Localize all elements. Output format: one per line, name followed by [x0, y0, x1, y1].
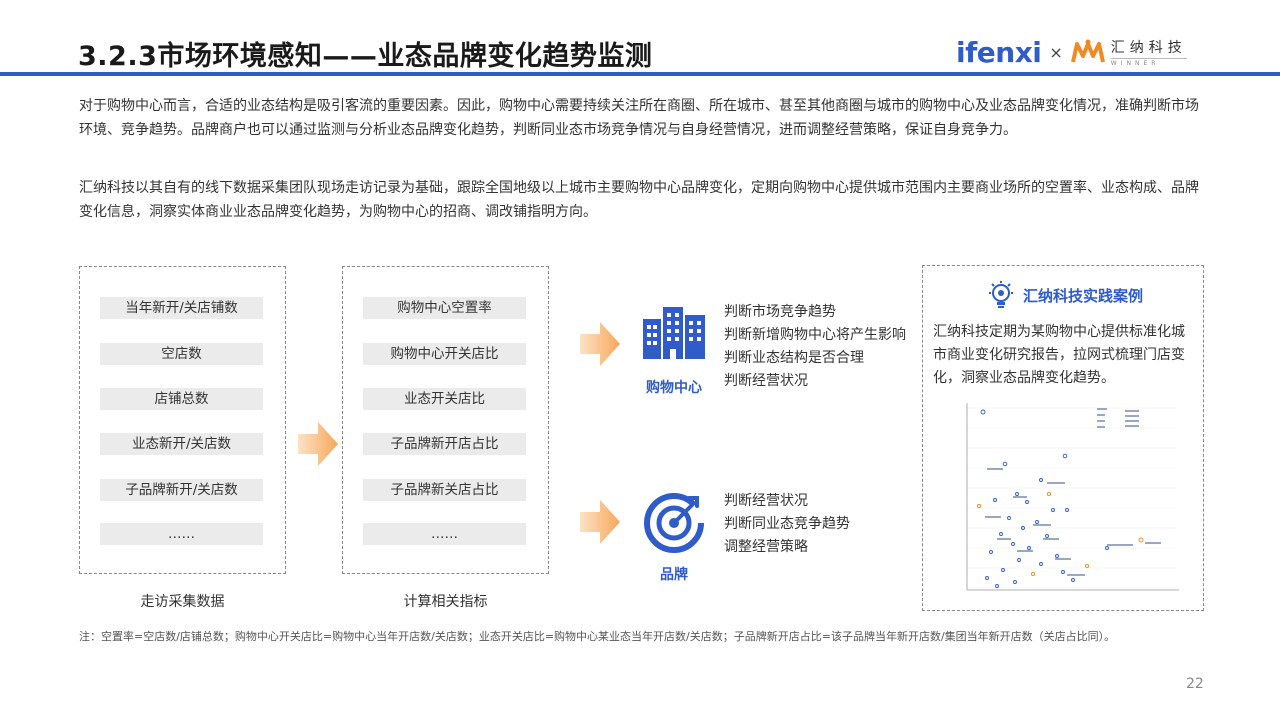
judgement-item: 判断经营状况 [724, 373, 808, 389]
arrow-right-icon [580, 500, 620, 544]
judgement-item: 判断市场竞争趋势 [724, 304, 836, 320]
judgement-item: 判断经营状况 [724, 493, 808, 509]
collected-data-box: 当年新开/关店铺数 空店数 店铺总数 业态新开/关店数 子品牌新开/关店数 …… [79, 266, 286, 574]
judgement-item: 判断同业态竞争趋势 [724, 516, 850, 532]
page-number: 22 [1186, 676, 1204, 692]
collected-item: 当年新开/关店铺数 [100, 297, 263, 319]
target-icon [644, 493, 704, 553]
case-header: 汇纳科技实践案例 [987, 281, 1143, 309]
brand-label: 品牌 [660, 567, 688, 583]
arrow-right-icon [298, 422, 338, 466]
winner-logo-en: WINNER [1110, 58, 1187, 67]
mall-entity: 购物中心 [636, 305, 712, 397]
logo-separator: × [1049, 42, 1063, 62]
scatter-gridlines [967, 407, 1177, 589]
scatter-labels [985, 468, 1161, 576]
sample-scatter-thumbnail [966, 403, 1179, 591]
collected-item: 店铺总数 [100, 388, 263, 410]
case-description: 汇纳科技定期为某购物中心提供标准化城市商业变化研究报告，拉网式梳理门店变化，洞察… [933, 324, 1185, 386]
winner-logo-text: 汇纳科技 WINNER [1110, 37, 1187, 67]
mall-judgements: 判断市场竞争趋势 判断新增购物中心将产生影响 判断业态结构是否合理 判断经营状况 [724, 301, 906, 393]
page-title: 3.2.3市场环境感知——业态品牌变化趋势监测 [78, 41, 653, 72]
scatter-legend [1097, 408, 1139, 428]
arrow-right-icon [580, 322, 620, 366]
building-icon [643, 307, 705, 359]
title-rule [0, 72, 1280, 76]
computed-metrics-caption: 计算相关指标 [403, 594, 488, 610]
computed-metrics-box: 购物中心空置率 购物中心开关店比 业态开关店比 子品牌新开店占比 子品牌新关店占… [342, 266, 549, 574]
footnote: 注：空置率=空店数/店铺总数；购物中心开关店比=购物中心当年开店数/关店数；业态… [79, 630, 1116, 643]
ifenxi-logo: ifenxi [956, 35, 1042, 69]
brand-entity: 品牌 [636, 490, 712, 584]
judgement-item: 判断新增购物中心将产生影响 [724, 327, 906, 343]
metric-item: 子品牌新关店占比 [363, 479, 526, 501]
case-study-box: 汇纳科技实践案例 汇纳科技定期为某购物中心提供标准化城市商业变化研究报告，拉网式… [922, 265, 1204, 611]
winner-logo-cn: 汇纳科技 [1110, 40, 1187, 56]
collected-data-caption: 走访采集数据 [140, 594, 225, 610]
collected-item: 空店数 [100, 343, 263, 365]
metric-item: 子品牌新开店占比 [363, 433, 526, 455]
intro-paragraph-1: 对于购物中心而言，合适的业态结构是吸引客流的重要因素。因此，购物中心需要持续关注… [79, 98, 1199, 138]
metric-item: 购物中心空置率 [363, 297, 526, 319]
judgement-item: 调整经营策略 [724, 539, 808, 555]
collected-item: …… [100, 523, 263, 545]
metric-item: 业态开关店比 [363, 388, 526, 410]
scatter-points [980, 409, 1109, 588]
lightbulb-gear-icon [989, 281, 1013, 308]
metric-item: 购物中心开关店比 [363, 343, 526, 365]
winner-logo-icon [1070, 39, 1105, 63]
metric-item: …… [363, 523, 526, 545]
judgement-item: 判断业态结构是否合理 [724, 350, 864, 366]
intro-paragraph-2: 汇纳科技以其自有的线下数据采集团队现场走访记录为基础，跟踪全国地级以上城市主要购… [79, 180, 1199, 220]
mall-label: 购物中心 [646, 380, 702, 396]
brand-judgements: 判断经营状况 判断同业态竞争趋势 调整经营策略 [724, 490, 850, 559]
logo-group: ifenxi × 汇纳科技 WINNER [956, 34, 1187, 70]
case-title: 汇纳科技实践案例 [1023, 286, 1144, 305]
collected-item: 子品牌新开/关店数 [100, 479, 263, 501]
collected-item: 业态新开/关店数 [100, 433, 263, 455]
